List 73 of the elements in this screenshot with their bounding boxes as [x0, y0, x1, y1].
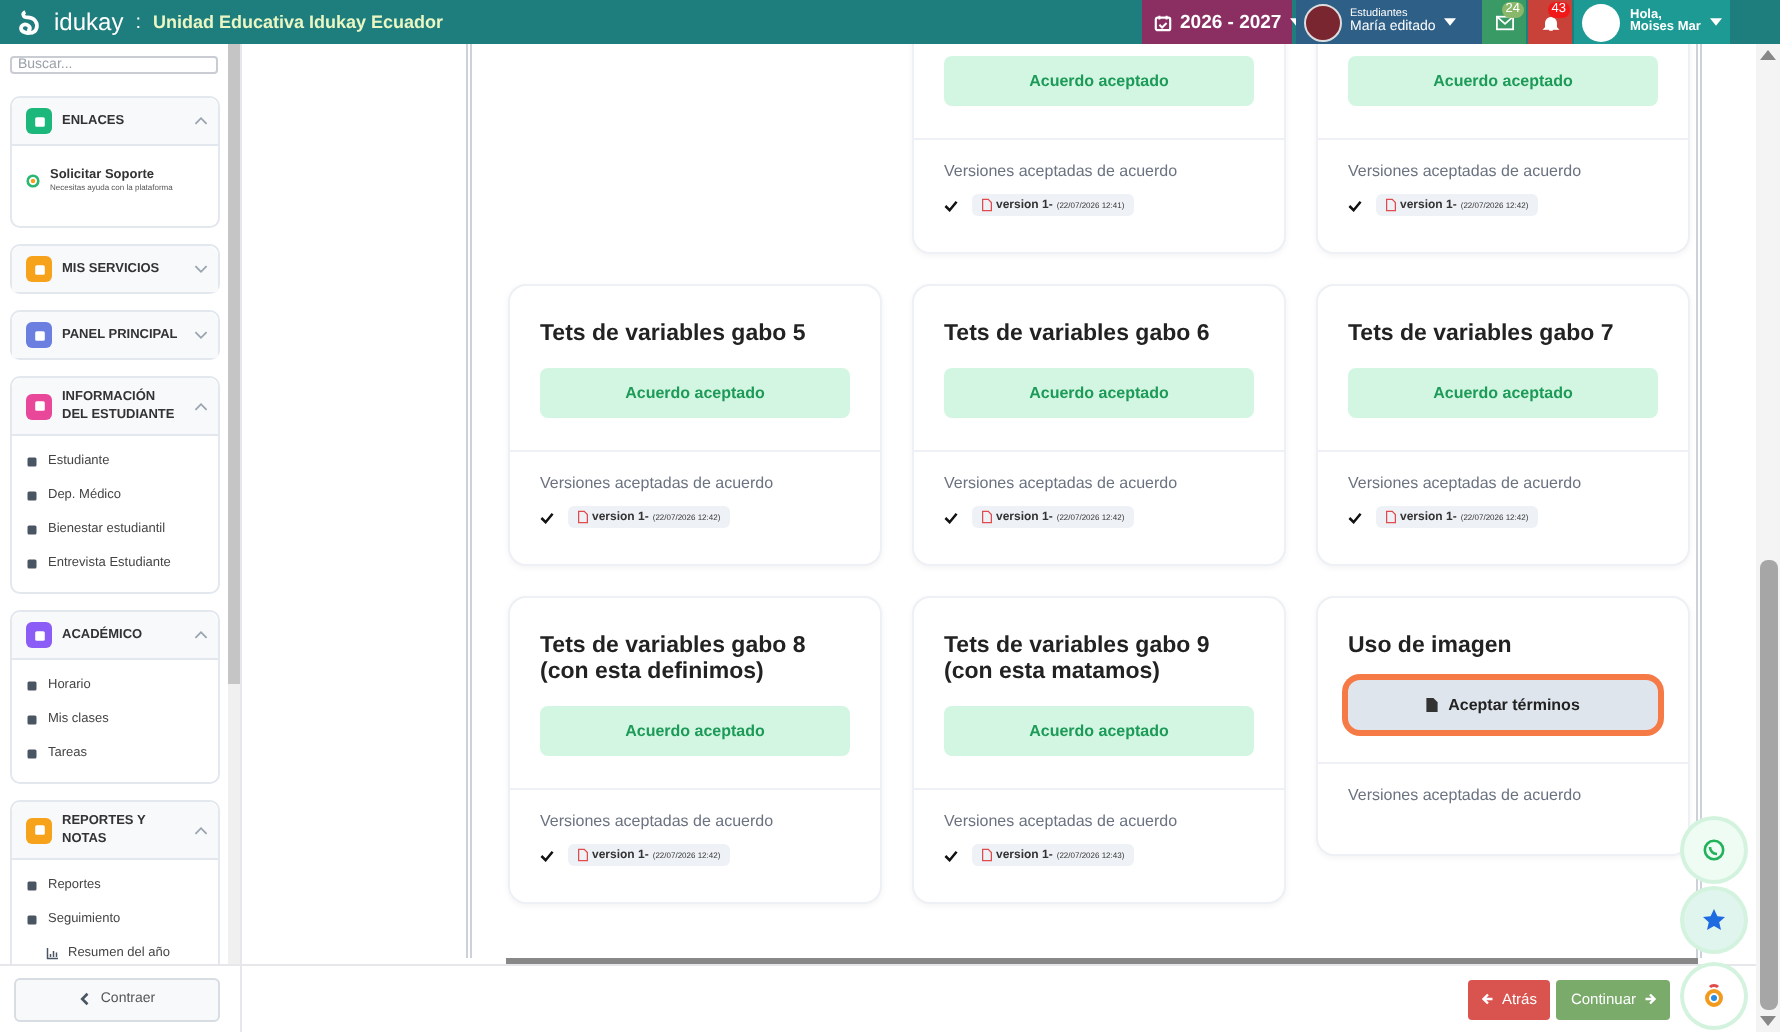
versions-label: Versiones aceptadas de acuerdo	[1348, 474, 1584, 492]
check-icon	[1348, 199, 1362, 211]
school-name: Unidad Educativa Idukay Ecuador	[152, 12, 444, 32]
scrollbar[interactable]	[228, 44, 240, 964]
pdf-file-icon	[982, 510, 992, 524]
versions-label: Versiones aceptadas de acuerdo	[944, 162, 1180, 180]
accepted-status: Acuerdo aceptado	[1348, 56, 1658, 106]
page-icon	[26, 913, 38, 926]
card-title: Tets de variables gabo 8 (con esta definimos)	[540, 634, 808, 686]
versions-label: Versiones aceptadas de acuerdo	[540, 812, 776, 830]
document-icon	[1426, 698, 1439, 712]
accepted-status: Acuerdo aceptado	[1348, 368, 1658, 418]
avatar-placeholder	[1304, 3, 1342, 41]
accepted-status: Acuerdo aceptado	[944, 56, 1254, 106]
accepted-status: Acuerdo aceptado	[944, 368, 1254, 418]
bell-icon	[1541, 13, 1559, 31]
check-icon	[1348, 511, 1362, 523]
card-title: Tets de variables gabo 7	[1348, 322, 1616, 348]
versions-label: Versiones aceptadas de acuerdo	[944, 474, 1180, 492]
brand-name: idukay	[54, 8, 124, 36]
check-icon	[944, 849, 958, 861]
page-icon	[26, 489, 38, 502]
lifebuoy-icon	[26, 173, 40, 187]
chevron-left-icon	[78, 992, 91, 1006]
assistant-button[interactable]	[1684, 966, 1744, 1026]
chat-button[interactable]	[1684, 820, 1744, 880]
card-title: Uso de imagen	[1348, 634, 1514, 660]
check-icon	[944, 199, 958, 211]
logo-icon	[16, 9, 42, 35]
calendar-icon	[1154, 13, 1172, 31]
separator: :	[135, 11, 141, 33]
check-icon	[540, 849, 554, 861]
page-icon	[26, 679, 38, 692]
card-title: Tets de variables gabo 5	[540, 322, 808, 348]
versions-label: Versiones aceptadas de acuerdo	[1348, 786, 1584, 804]
arrow-up-icon	[1760, 50, 1776, 60]
horizontal-scrollbar[interactable]	[506, 958, 1698, 964]
pdf-file-icon	[578, 848, 588, 862]
versions-label: Versiones aceptadas de acuerdo	[540, 474, 776, 492]
year-selector[interactable]: 2026 - 2027	[1142, 0, 1292, 44]
caret-icon	[1443, 18, 1456, 26]
check-icon	[944, 511, 958, 523]
versions-label: Versiones aceptadas de acuerdo	[1348, 162, 1584, 180]
pdf-file-icon	[578, 510, 588, 524]
pdf-file-icon	[982, 198, 992, 212]
caret-icon	[1710, 18, 1723, 26]
accepted-status: Acuerdo aceptado	[944, 706, 1254, 756]
check-icon	[540, 511, 554, 523]
arrow-left-icon	[1481, 992, 1494, 1006]
page-scrollbar[interactable]	[1756, 44, 1780, 1032]
accepted-status: Acuerdo aceptado	[540, 706, 850, 756]
pdf-file-icon	[982, 848, 992, 862]
arrow-down-icon	[1760, 1016, 1776, 1026]
ring-logo-icon	[1702, 984, 1726, 1008]
phone-bubble-icon	[1702, 838, 1726, 862]
arrow-right-icon	[1644, 992, 1656, 1006]
page-icon	[26, 455, 38, 468]
pdf-file-icon	[1386, 510, 1396, 524]
card-title: Tets de variables gabo 6	[944, 322, 1212, 348]
envelope-icon	[1495, 13, 1513, 31]
page-icon	[26, 713, 38, 726]
page-icon	[26, 879, 38, 892]
page-icon	[26, 557, 38, 570]
accepted-status: Acuerdo aceptado	[540, 368, 850, 418]
star-icon	[1702, 908, 1726, 932]
page-icon	[26, 523, 38, 536]
card-title: Tets de variables gabo 9 (con esta matamos)	[944, 634, 1212, 686]
accept-terms-button[interactable]: Aceptar términos	[1348, 680, 1658, 730]
chart-icon	[46, 947, 58, 960]
favorites-button[interactable]	[1684, 890, 1744, 950]
pdf-file-icon	[1386, 198, 1396, 212]
versions-label: Versiones aceptadas de acuerdo	[944, 812, 1180, 830]
page-icon	[26, 747, 38, 760]
